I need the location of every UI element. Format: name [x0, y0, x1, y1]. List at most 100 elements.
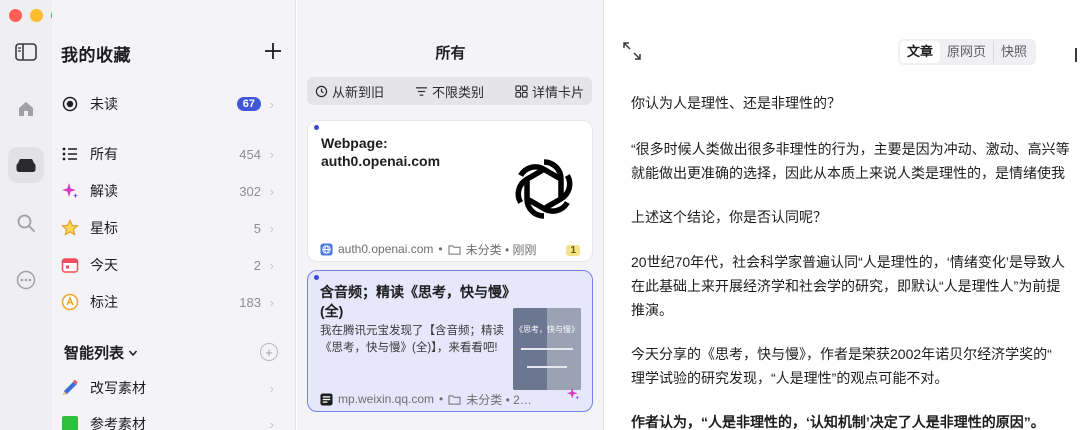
view-segmented-control: 文章 原网页 快照 — [898, 39, 1037, 65]
chevron-right-icon: › — [269, 416, 274, 430]
star-icon — [60, 218, 80, 238]
article-list-pane: 所有 从新到旧 不限类别 详情卡片 Webpage: auth0.openai.… — [297, 0, 604, 430]
item-count: 454 — [239, 146, 261, 162]
sidebar-item-label: 标注 — [90, 294, 118, 310]
unread-dot — [314, 125, 319, 130]
article-paragraph: 今天分享的《思考，快与慢》，作者是荣获2002年诺贝尔经济学奖的“ — [631, 346, 1052, 362]
tab-original-page[interactable]: 原网页 — [940, 41, 995, 63]
article-paragraph: 20世纪70年代，社会科学家普遍认同“人是理性的，‘情绪变化’是导致人 — [631, 254, 1066, 270]
grid-icon — [515, 84, 528, 98]
reader-pane: 文章 原网页 快照 你认为人是理性、还是非理性的？ “很多时候人类做出很多非理性… — [605, 0, 1080, 430]
chevron-right-icon: › — [269, 380, 274, 396]
folder-icon — [448, 394, 461, 405]
sidebar-item-interpret[interactable]: 解读 302 › — [52, 176, 296, 206]
category-filter-label: 不限类别 — [431, 84, 484, 100]
card-summary: 我在腾讯元宝发现了【含音频；精读《思考，快与慢》(全)】，来看看吧! — [320, 325, 504, 354]
plus-icon — [265, 43, 281, 59]
article-paragraph: “很多时候人类做出很多非理性的行为，主要是因为冲动、激动、高兴等 — [631, 141, 1070, 157]
card-domain: auth0.openai.com — [338, 242, 434, 256]
filter-icon — [415, 86, 427, 96]
sidebar-item-label: 参考素材 — [90, 416, 146, 430]
article-paragraph: 理学试验的研究发现，“人是理性”的观点可能不对。 — [631, 370, 949, 386]
unread-dot — [314, 275, 319, 280]
collections-sidebar: 我的收藏 未读 67 › 所有 454 › 解读 302 › 星标 5 › 今天… — [52, 0, 296, 430]
sidebar-item-label: 未读 — [90, 96, 118, 112]
chevron-right-icon: › — [269, 220, 274, 236]
pen-icon — [60, 378, 80, 398]
card-footer: auth0.openai.com • 未分类 • 刚刚 — [308, 237, 592, 261]
minimize-window-button[interactable] — [30, 9, 43, 22]
sparkle-icon — [60, 181, 80, 201]
unread-count-badge: 67 — [236, 97, 261, 111]
sidebar-item-label: 解读 — [90, 183, 118, 199]
app-rail — [0, 0, 64, 430]
sidebar-item-today[interactable]: 今天 2 › — [52, 250, 296, 280]
radio-icon — [60, 94, 80, 114]
close-window-button[interactable] — [9, 9, 22, 22]
highlight-count-badge: 1 — [566, 245, 580, 256]
card-title: 含音频；精读《思考，快与慢》(全) — [320, 284, 509, 319]
openai-logo-icon — [508, 153, 580, 230]
home-icon[interactable] — [8, 91, 44, 127]
sidebar-item-label: 所有 — [90, 146, 118, 162]
sort-filter-label: 从新到旧 — [332, 84, 385, 100]
tray-icon[interactable] — [8, 147, 44, 183]
article-paragraph: 你认为人是理性、还是非理性的？ — [631, 95, 841, 111]
list-icon — [60, 144, 80, 164]
sidebar-item-label: 改写素材 — [90, 380, 146, 396]
separator-dot: • — [438, 242, 443, 256]
article-paragraph-bold: 作者认为，“人是非理性的，‘认知机制’决定了人是非理性的原因”。 — [631, 414, 1045, 430]
card-title: Webpage: auth0.openai.com — [321, 135, 441, 169]
search-icon[interactable] — [8, 205, 44, 241]
card-footer: mp.weixin.qq.com • 未分类 • 2… — [308, 387, 592, 411]
card-domain: mp.weixin.qq.com — [338, 392, 435, 406]
smart-list-header[interactable]: 智能列表 — [64, 342, 138, 363]
wechat-article-icon — [320, 392, 333, 406]
folder-icon — [448, 244, 461, 255]
article-card[interactable]: Webpage: auth0.openai.com auth0.openai.c — [307, 120, 593, 262]
tab-snapshot[interactable]: 快照 — [994, 41, 1034, 63]
thumbnail-text: 《思考，快与慢》 — [515, 325, 579, 334]
article-card-selected[interactable]: 含音频；精读《思考，快与慢》(全) 我在腾讯元宝发现了【含音频；精读《思考，快与… — [307, 270, 593, 412]
more-icon[interactable] — [8, 262, 44, 298]
clock-arrow-icon — [315, 85, 328, 97]
sidebar-title: 我的收藏 — [61, 46, 131, 65]
article-paragraph: 推演。 — [631, 302, 673, 318]
card-meta: 未分类 • 2… — [466, 392, 532, 407]
calendar-icon — [60, 255, 80, 275]
sidebar-item-highlights[interactable]: 标注 183 › — [52, 287, 296, 317]
item-count: 183 — [239, 294, 261, 310]
highlight-icon — [60, 292, 80, 312]
item-count: 302 — [239, 183, 261, 199]
article-paragraph: 上述这个结论，你是否认同呢？ — [631, 209, 827, 225]
sidebar-toggle-icon[interactable] — [8, 34, 44, 70]
sidebar-item-unread[interactable]: 未读 67 › — [52, 89, 296, 119]
category-filter-button[interactable]: 不限类别 — [415, 82, 484, 101]
add-collection-button[interactable] — [260, 38, 286, 64]
toolbar-edge-icon — [1075, 48, 1077, 62]
article-paragraph: 就能做出更准确的选择，因此从本质上来说人类是理性的，是情绪使我 — [631, 165, 1065, 181]
sort-filter-button[interactable]: 从新到旧 — [315, 82, 384, 101]
globe-icon — [320, 242, 333, 256]
sidebar-item-reference[interactable]: 参考素材 › — [52, 409, 296, 430]
green-square-icon — [60, 414, 80, 430]
sidebar-item-all[interactable]: 所有 454 › — [52, 139, 296, 169]
filter-bar: 从新到旧 不限类别 详情卡片 — [307, 77, 592, 105]
chevron-right-icon: › — [269, 257, 274, 273]
article-paragraph: 在此基础上来开展经济学和社会学的研究，即默认“人是理性人”为前提 — [631, 278, 1061, 294]
separator-dot: • — [439, 392, 444, 406]
sidebar-item-label: 星标 — [90, 220, 118, 236]
chevron-right-icon: › — [269, 96, 274, 112]
sidebar-item-rewrite[interactable]: 改写素材 › — [52, 373, 296, 403]
sidebar-item-starred[interactable]: 星标 5 › — [52, 213, 296, 243]
view-mode-button[interactable]: 详情卡片 — [515, 82, 584, 101]
chevron-down-icon — [128, 350, 138, 356]
tab-article[interactable]: 文章 — [900, 41, 941, 63]
chevron-right-icon: › — [269, 146, 274, 162]
add-smart-list-button[interactable]: + — [260, 343, 278, 361]
smart-list-title: 智能列表 — [64, 345, 125, 362]
sparkle-icon — [566, 387, 580, 406]
sidebar-item-label: 今天 — [90, 257, 118, 273]
list-title: 所有 — [435, 45, 466, 62]
expand-icon[interactable] — [623, 42, 641, 65]
